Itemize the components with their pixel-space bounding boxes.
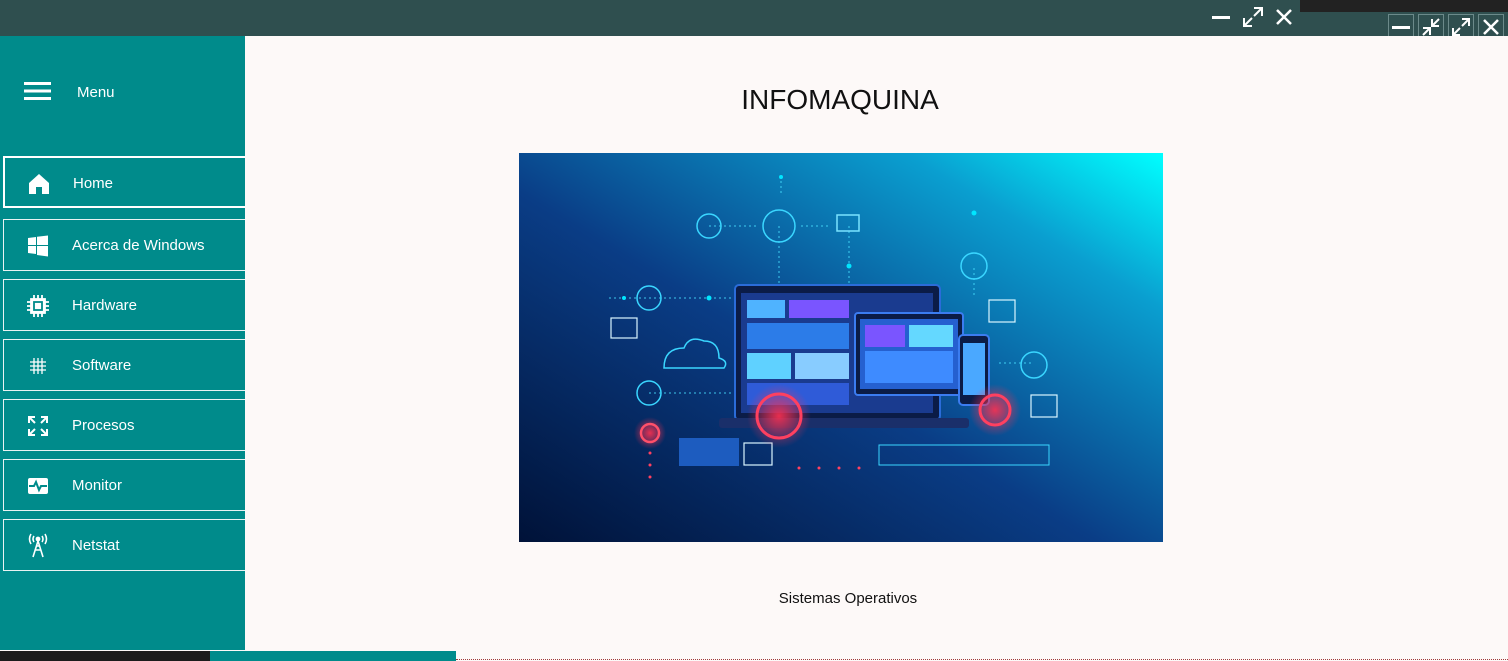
sidebar-item-label: Monitor (72, 477, 123, 494)
hero-image (519, 153, 1163, 542)
taskbar-segment (0, 651, 210, 661)
maximize-button[interactable] (1240, 4, 1266, 30)
page-title: INFOMAQUINA (741, 84, 939, 115)
sidebar-item-software[interactable]: Software (3, 339, 245, 391)
sidebar: Menu Home Acerca de Windows Hardware Sof… (0, 36, 245, 650)
main-content: INFOMAQUINA Sistemas Operativos (245, 36, 1508, 650)
close-icon (1276, 9, 1292, 25)
sidebar-item-procesos[interactable]: Procesos (3, 399, 245, 451)
sidebar-item-home[interactable]: Home (3, 156, 245, 208)
sidebar-item-label: Hardware (72, 297, 138, 314)
sidebar-item-hardware[interactable]: Hardware (3, 279, 245, 331)
minimize-icon (1212, 16, 1230, 19)
sidebar-item-monitor[interactable]: Monitor (3, 459, 245, 511)
antenna-icon (25, 533, 51, 559)
window-strip (1300, 0, 1508, 12)
hamburger-icon (24, 82, 51, 100)
bottom-divider (456, 659, 1508, 660)
monitor-icon (25, 473, 51, 499)
sidebar-item-label: Acerca de Windows (72, 237, 205, 254)
sidebar-item-label: Procesos (72, 417, 135, 434)
home-icon (26, 171, 52, 197)
title-bar (0, 0, 1300, 36)
sidebar-item-label: Software (72, 357, 132, 374)
processes-icon (25, 413, 51, 439)
sidebar-item-label: Netstat (72, 537, 120, 554)
menu-toggle-button[interactable] (24, 80, 51, 102)
software-icon (25, 353, 51, 379)
sidebar-item-netstat[interactable]: Netstat (3, 519, 245, 571)
sidebar-bottom-strip (210, 651, 456, 661)
maximize-icon (1243, 7, 1263, 27)
chip-icon (25, 293, 51, 319)
sidebar-item-acerca-de-windows[interactable]: Acerca de Windows (3, 219, 245, 271)
menu-label: Menu (77, 84, 115, 101)
menu-header: Menu (0, 36, 245, 146)
sidebar-item-label: Home (73, 175, 114, 192)
image-caption: Sistemas Operativos (778, 590, 918, 607)
minimize-button[interactable] (1208, 4, 1234, 30)
close-button[interactable] (1271, 4, 1297, 30)
windows-icon (25, 233, 51, 259)
